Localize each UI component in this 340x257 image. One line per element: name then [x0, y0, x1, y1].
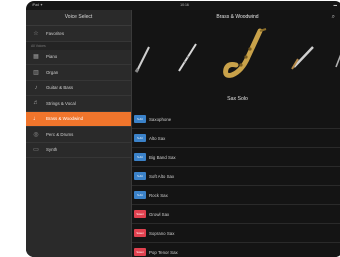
- category-title: Sax Solo: [227, 96, 248, 102]
- instrument-carousel[interactable]: [132, 27, 340, 89]
- voice-type-badge: S.Art: [134, 172, 146, 180]
- voice-name: Soprano Sax: [149, 230, 175, 236]
- clarinet-image[interactable]: [134, 45, 152, 73]
- carrier-label: iPad ✦: [32, 3, 43, 7]
- voice-item-soft-alto-sax[interactable]: S.Art Soft Alto Sax: [132, 167, 340, 186]
- voice-item-growl-sax[interactable]: Sweet Growl Sax: [132, 205, 340, 224]
- voice-item-rock-sax[interactable]: S.Art Rock Sax: [132, 186, 340, 205]
- flute-image[interactable]: [332, 47, 340, 69]
- battery-icon: ▬: [333, 3, 338, 7]
- sidebar-item-piano[interactable]: ▦ Piano: [26, 50, 131, 65]
- sidebar-item-organ[interactable]: ▥ Organ: [26, 65, 131, 81]
- clock-label: 10:16: [180, 3, 189, 7]
- piano-icon: ▦: [33, 54, 39, 61]
- sidebar-item-label: Perc & Drums: [46, 131, 74, 137]
- voice-type-badge: Sweet: [134, 229, 146, 237]
- voice-name: Growl Sax: [149, 211, 170, 217]
- main-header: Brass & Woodwind ⌕: [132, 10, 340, 25]
- voice-name: Soft Alto Sax: [149, 173, 175, 179]
- voice-type-badge: S.Art: [134, 191, 146, 199]
- violin-icon: ♬: [33, 100, 39, 107]
- oboe-image[interactable]: [174, 41, 200, 75]
- trumpet-icon: ♩: [33, 115, 39, 122]
- voice-name: Saxophone: [149, 116, 172, 122]
- voice-name: Rock Sax: [149, 192, 168, 198]
- voice-name: Big Band Sax: [149, 154, 176, 160]
- voice-type-badge: S.Art: [134, 134, 146, 142]
- sidebar-item-strings-vocal[interactable]: ♬ Strings & Vocal: [26, 96, 131, 112]
- saxophone-image[interactable]: [220, 27, 272, 85]
- voice-select-sidebar: Voice Select ☆ Favorites All Voices ▦ Pi…: [26, 10, 132, 257]
- sidebar-item-label: Guitar & Bass: [46, 85, 74, 91]
- sidebar-item-favorites[interactable]: ☆ Favorites: [26, 26, 131, 42]
- sidebar-item-label: Synth: [46, 147, 58, 153]
- organ-icon: ▥: [33, 69, 39, 76]
- sidebar-item-label: Brass & Woodwind: [46, 116, 84, 122]
- drum-icon: ◎: [33, 131, 39, 138]
- sidebar-item-label: Piano: [46, 54, 58, 60]
- status-bar: iPad ✦ 10:16 ▬: [26, 1, 340, 10]
- sidebar-item-label: Favorites: [46, 30, 65, 36]
- sidebar-item-brass-woodwind[interactable]: ♩ Brass & Woodwind: [26, 111, 131, 127]
- sidebar-item-synth[interactable]: ▭ Synth: [26, 143, 131, 158]
- star-icon: ☆: [33, 30, 39, 37]
- voice-name: Pop Tenor Sax: [149, 249, 178, 255]
- voice-type-badge: S.Art: [134, 153, 146, 161]
- sidebar-item-guitar-bass[interactable]: ♪ Guitar & Bass: [26, 81, 131, 96]
- sidebar-section-header: All Voices: [26, 41, 131, 50]
- voice-list-pane: Brass & Woodwind ⌕ Sax Solo S.Art Saxoph…: [132, 10, 340, 257]
- sidebar-item-perc-drums[interactable]: ◎ Perc & Drums: [26, 127, 131, 143]
- voice-list: S.Art Saxophone S.Art Alto Sax S.Art Big…: [132, 110, 340, 257]
- ipad-screen: iPad ✦ 10:16 ▬ Voice Select ☆ Favorites …: [26, 1, 340, 257]
- voice-item-alto-sax[interactable]: S.Art Alto Sax: [132, 129, 340, 148]
- voice-type-badge: S.Art: [134, 115, 146, 123]
- sidebar-item-label: Strings & Vocal: [46, 100, 76, 106]
- voice-item-big-band-sax[interactable]: S.Art Big Band Sax: [132, 148, 340, 167]
- voice-item-saxophone[interactable]: S.Art Saxophone: [132, 110, 340, 129]
- search-icon[interactable]: ⌕: [332, 10, 335, 25]
- bassoon-image[interactable]: [288, 43, 318, 73]
- guitar-icon: ♪: [34, 84, 38, 91]
- page-title: Brass & Woodwind: [216, 14, 259, 20]
- voice-type-badge: Sweet: [134, 210, 146, 218]
- voice-item-soprano-sax[interactable]: Sweet Soprano Sax: [132, 224, 340, 243]
- sidebar-title: Voice Select: [26, 10, 131, 26]
- sidebar-item-label: Organ: [46, 69, 59, 75]
- synth-keyboard-icon: ▭: [33, 147, 39, 154]
- voice-name: Alto Sax: [149, 135, 166, 141]
